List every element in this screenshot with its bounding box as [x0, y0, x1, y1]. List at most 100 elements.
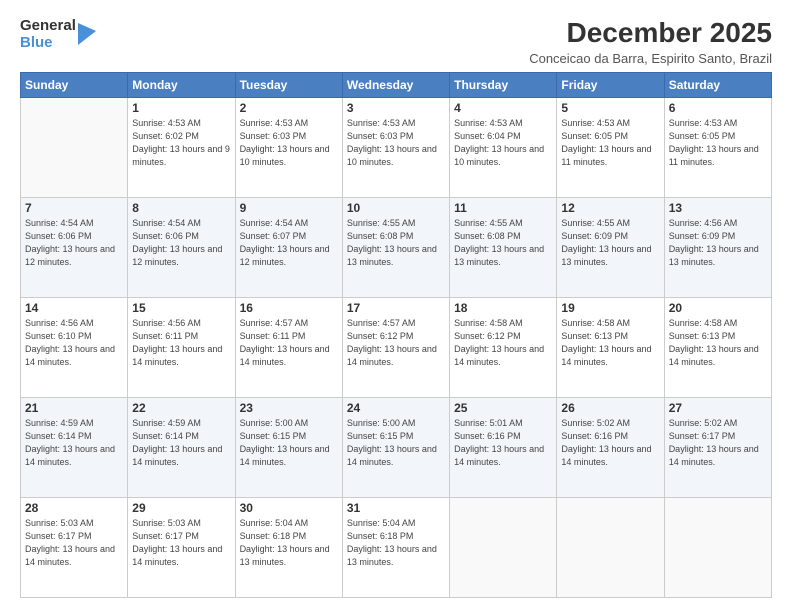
logo-general: General — [20, 18, 76, 35]
day-number: 27 — [669, 401, 767, 415]
col-monday: Monday — [128, 72, 235, 97]
table-row: 27 Sunrise: 5:02 AMSunset: 6:17 PMDayligh… — [664, 397, 771, 497]
day-number: 17 — [347, 301, 445, 315]
day-number: 28 — [25, 501, 123, 515]
table-row: 29Sunrise: 5:03 AMSunset: 6:17 PMDayligh… — [128, 497, 235, 597]
day-number: 23 — [240, 401, 338, 415]
col-friday: Friday — [557, 72, 664, 97]
logo-blue: Blue — [20, 35, 76, 52]
day-info: Sunrise: 4:58 AMSunset: 6:13 PMDaylight:… — [561, 317, 659, 369]
day-number: 3 — [347, 101, 445, 115]
table-row: 8 Sunrise: 4:54 AMSunset: 6:06 PMDaylight… — [128, 197, 235, 297]
day-info: Sunrise: 5:00 AMSunset: 6:15 PMDaylight:… — [240, 417, 338, 469]
day-number: 13 — [669, 201, 767, 215]
day-info: Sunrise: 5:01 AMSunset: 6:16 PMDaylight:… — [454, 417, 552, 469]
day-info: Sunrise: 5:02 AMSunset: 6:16 PMDaylight:… — [561, 417, 659, 469]
logo: General Blue — [20, 18, 96, 51]
day-info: Sunrise: 4:53 AMSunset: 6:02 PMDaylight:… — [132, 117, 230, 169]
table-row: 1 Sunrise: 4:53 AMSunset: 6:02 PMDaylight… — [128, 97, 235, 197]
day-number: 25 — [454, 401, 552, 415]
day-info: Sunrise: 4:53 AMSunset: 6:03 PMDaylight:… — [240, 117, 338, 169]
day-info: Sunrise: 5:03 AMSunset: 6:17 PMDaylight:… — [132, 517, 230, 569]
table-row: 16 Sunrise: 4:57 AMSunset: 6:11 PMDayligh… — [235, 297, 342, 397]
logo-icon — [78, 23, 96, 45]
day-info: Sunrise: 4:53 AMSunset: 6:05 PMDaylight:… — [561, 117, 659, 169]
day-info: Sunrise: 4:54 AMSunset: 6:06 PMDaylight:… — [25, 217, 123, 269]
table-row: 18 Sunrise: 4:58 AMSunset: 6:12 PMDayligh… — [450, 297, 557, 397]
table-row: 31 Sunrise: 5:04 AMSunset: 6:18 PMDayligh… — [342, 497, 449, 597]
day-info: Sunrise: 4:55 AMSunset: 6:08 PMDaylight:… — [347, 217, 445, 269]
calendar-week-row: 21Sunrise: 4:59 AMSunset: 6:14 PMDayligh… — [21, 397, 772, 497]
col-sunday: Sunday — [21, 72, 128, 97]
day-info: Sunrise: 4:58 AMSunset: 6:13 PMDaylight:… — [669, 317, 767, 369]
table-row: 15 Sunrise: 4:56 AMSunset: 6:11 PMDayligh… — [128, 297, 235, 397]
day-number: 6 — [669, 101, 767, 115]
table-row: 19 Sunrise: 4:58 AMSunset: 6:13 PMDayligh… — [557, 297, 664, 397]
table-row: 22 Sunrise: 4:59 AMSunset: 6:14 PMDayligh… — [128, 397, 235, 497]
table-row: 17 Sunrise: 4:57 AMSunset: 6:12 PMDayligh… — [342, 297, 449, 397]
col-wednesday: Wednesday — [342, 72, 449, 97]
day-number: 5 — [561, 101, 659, 115]
table-row: 11Sunrise: 4:55 AMSunset: 6:08 PMDayligh… — [450, 197, 557, 297]
table-row: 3 Sunrise: 4:53 AMSunset: 6:03 PMDaylight… — [342, 97, 449, 197]
calendar-header-row: Sunday Monday Tuesday Wednesday Thursday… — [21, 72, 772, 97]
day-info: Sunrise: 5:02 AMSunset: 6:17 PMDaylight:… — [669, 417, 767, 469]
table-row: 26 Sunrise: 5:02 AMSunset: 6:16 PMDayligh… — [557, 397, 664, 497]
day-info: Sunrise: 4:59 AMSunset: 6:14 PMDaylight:… — [25, 417, 123, 469]
calendar-week-row: 14Sunrise: 4:56 AMSunset: 6:10 PMDayligh… — [21, 297, 772, 397]
table-row: 2 Sunrise: 4:53 AMSunset: 6:03 PMDaylight… — [235, 97, 342, 197]
day-number: 8 — [132, 201, 230, 215]
day-info: Sunrise: 4:53 AMSunset: 6:03 PMDaylight:… — [347, 117, 445, 169]
day-info: Sunrise: 4:55 AMSunset: 6:09 PMDaylight:… — [561, 217, 659, 269]
day-info: Sunrise: 4:56 AMSunset: 6:09 PMDaylight:… — [669, 217, 767, 269]
month-title: December 2025 — [529, 18, 772, 49]
day-number: 11 — [454, 201, 552, 215]
day-number: 1 — [132, 101, 230, 115]
table-row: 5 Sunrise: 4:53 AMSunset: 6:05 PMDaylight… — [557, 97, 664, 197]
calendar-week-row: 7 Sunrise: 4:54 AMSunset: 6:06 PMDaylight… — [21, 197, 772, 297]
table-row: 10 Sunrise: 4:55 AMSunset: 6:08 PMDayligh… — [342, 197, 449, 297]
day-number: 22 — [132, 401, 230, 415]
day-number: 19 — [561, 301, 659, 315]
day-number: 18 — [454, 301, 552, 315]
calendar-week-row: 28 Sunrise: 5:03 AMSunset: 6:17 PMDayligh… — [21, 497, 772, 597]
day-number: 10 — [347, 201, 445, 215]
day-number: 7 — [25, 201, 123, 215]
table-row: 7 Sunrise: 4:54 AMSunset: 6:06 PMDaylight… — [21, 197, 128, 297]
day-info: Sunrise: 5:03 AMSunset: 6:17 PMDaylight:… — [25, 517, 123, 569]
day-number: 20 — [669, 301, 767, 315]
day-info: Sunrise: 4:54 AMSunset: 6:07 PMDaylight:… — [240, 217, 338, 269]
table-row: 9 Sunrise: 4:54 AMSunset: 6:07 PMDaylight… — [235, 197, 342, 297]
table-row: 30 Sunrise: 5:04 AMSunset: 6:18 PMDayligh… — [235, 497, 342, 597]
table-row: 6Sunrise: 4:53 AMSunset: 6:05 PMDaylight… — [664, 97, 771, 197]
day-number: 31 — [347, 501, 445, 515]
day-number: 15 — [132, 301, 230, 315]
day-info: Sunrise: 5:04 AMSunset: 6:18 PMDaylight:… — [347, 517, 445, 569]
table-row: 12 Sunrise: 4:55 AMSunset: 6:09 PMDayligh… — [557, 197, 664, 297]
day-number: 12 — [561, 201, 659, 215]
day-info: Sunrise: 4:58 AMSunset: 6:12 PMDaylight:… — [454, 317, 552, 369]
day-number: 30 — [240, 501, 338, 515]
table-row: 28 Sunrise: 5:03 AMSunset: 6:17 PMDayligh… — [21, 497, 128, 597]
table-row — [557, 497, 664, 597]
day-info: Sunrise: 4:56 AMSunset: 6:11 PMDaylight:… — [132, 317, 230, 369]
day-number: 16 — [240, 301, 338, 315]
day-number: 26 — [561, 401, 659, 415]
day-info: Sunrise: 5:04 AMSunset: 6:18 PMDaylight:… — [240, 517, 338, 569]
col-saturday: Saturday — [664, 72, 771, 97]
table-row: 23 Sunrise: 5:00 AMSunset: 6:15 PMDayligh… — [235, 397, 342, 497]
day-info: Sunrise: 4:59 AMSunset: 6:14 PMDaylight:… — [132, 417, 230, 469]
table-row — [664, 497, 771, 597]
day-info: Sunrise: 4:57 AMSunset: 6:11 PMDaylight:… — [240, 317, 338, 369]
day-info: Sunrise: 4:54 AMSunset: 6:06 PMDaylight:… — [132, 217, 230, 269]
day-info: Sunrise: 4:57 AMSunset: 6:12 PMDaylight:… — [347, 317, 445, 369]
day-info: Sunrise: 4:53 AMSunset: 6:04 PMDaylight:… — [454, 117, 552, 169]
calendar-week-row: 1 Sunrise: 4:53 AMSunset: 6:02 PMDaylight… — [21, 97, 772, 197]
day-number: 4 — [454, 101, 552, 115]
day-info: Sunrise: 5:00 AMSunset: 6:15 PMDaylight:… — [347, 417, 445, 469]
table-row: 25 Sunrise: 5:01 AMSunset: 6:16 PMDayligh… — [450, 397, 557, 497]
day-number: 2 — [240, 101, 338, 115]
day-number: 9 — [240, 201, 338, 215]
table-row: 14Sunrise: 4:56 AMSunset: 6:10 PMDayligh… — [21, 297, 128, 397]
day-info: Sunrise: 4:56 AMSunset: 6:10 PMDaylight:… — [25, 317, 123, 369]
